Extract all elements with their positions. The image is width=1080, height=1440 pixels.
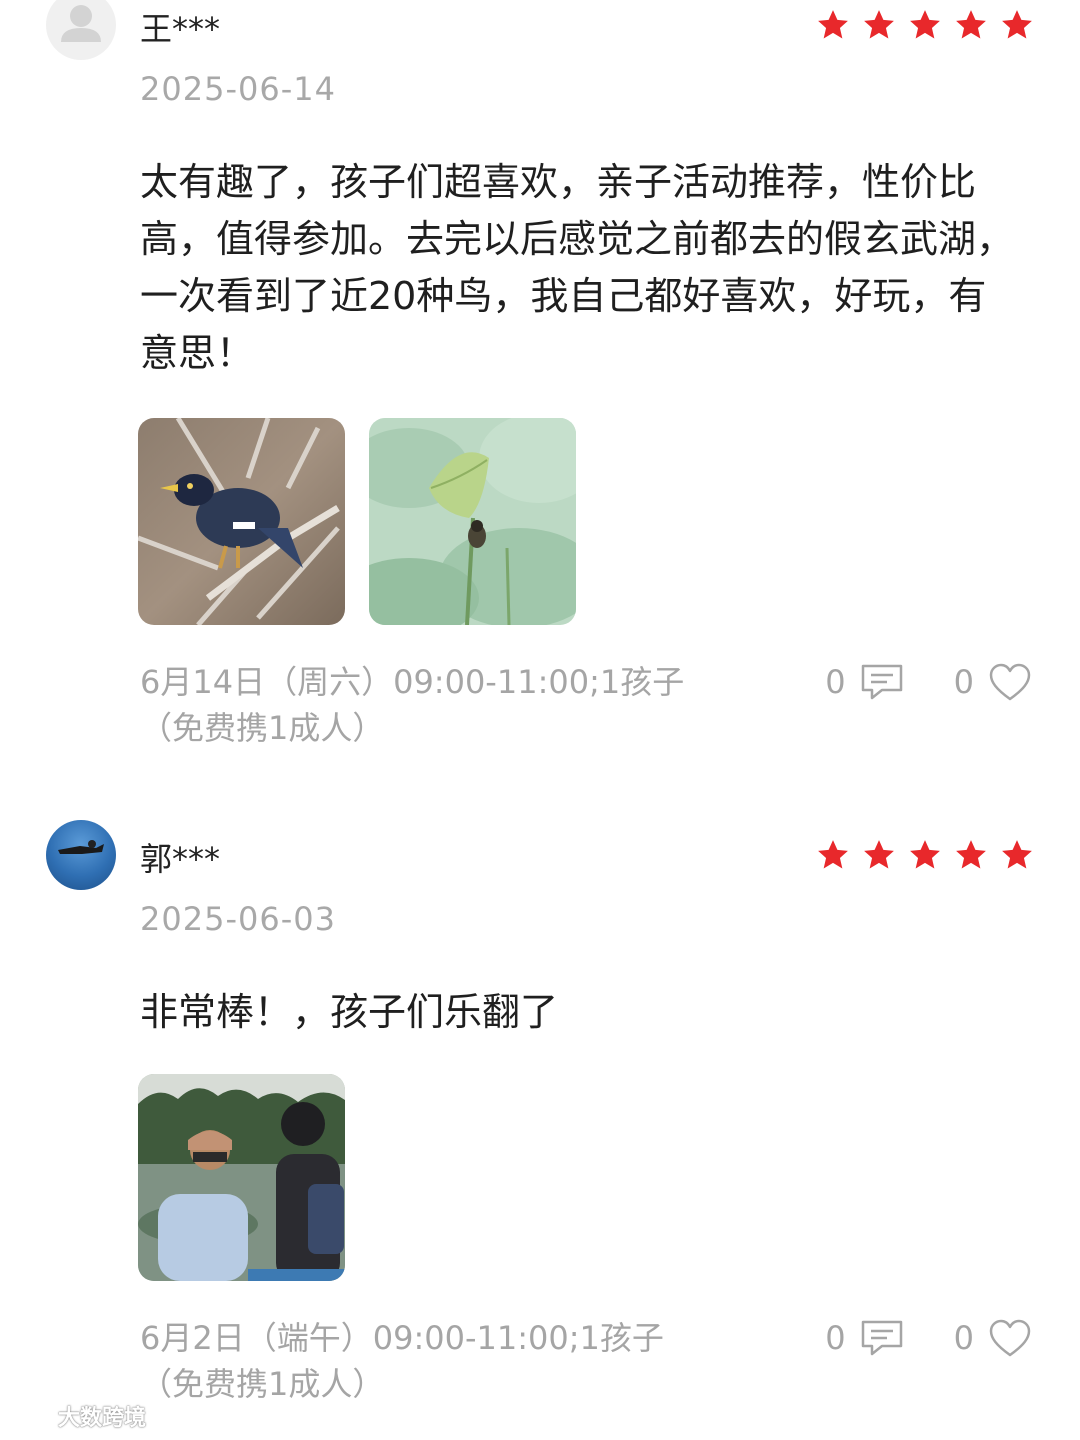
session-info: 6月2日（端午）09:00-11:00;1孩子（免费携1成人） xyxy=(140,1319,664,1403)
avatar[interactable] xyxy=(46,820,116,890)
star-icon xyxy=(818,840,848,869)
review-actions: 0 0 xyxy=(825,662,1032,702)
diver-avatar-image xyxy=(58,840,104,854)
star-icon xyxy=(1002,840,1032,869)
star-icon xyxy=(1002,10,1032,39)
session-info: 6月14日（周六）09:00-11:00;1孩子（免费携1成人） xyxy=(140,663,685,747)
bird-on-branch-photo[interactable] xyxy=(138,418,345,625)
review-photos xyxy=(138,418,576,625)
comment-count: 0 xyxy=(825,1319,846,1357)
star-icon xyxy=(910,10,940,39)
star-icon xyxy=(956,10,986,39)
star-icon xyxy=(956,840,986,869)
review-card: 郭*** 2025-06-03 非常棒！，孩子们乐翻了 6月2日（端午）09:0… xyxy=(0,820,1080,1420)
star-rating xyxy=(816,838,1034,872)
review-date: 2025-06-03 xyxy=(140,900,336,938)
review-text: 太有趣了，孩子们超喜欢，亲子活动推荐，性价比高，值得参加。去完以后感觉之前都去的… xyxy=(140,160,1015,375)
default-avatar-icon xyxy=(61,5,101,42)
star-icon xyxy=(864,10,894,39)
username: 王*** xyxy=(140,10,221,48)
star-icon xyxy=(910,840,940,869)
like-button[interactable]: 0 xyxy=(954,1318,1032,1358)
lotus-with-small-bird-photo[interactable] xyxy=(369,418,576,625)
comment-button[interactable]: 0 xyxy=(825,1319,903,1357)
star-rating xyxy=(816,8,1034,42)
review-text: 非常棒！，孩子们乐翻了 xyxy=(140,990,559,1034)
comment-icon xyxy=(861,1320,902,1356)
comment-count: 0 xyxy=(825,663,846,701)
avatar[interactable] xyxy=(46,0,116,60)
birdwatchers-by-lake-photo[interactable] xyxy=(138,1074,345,1281)
heart-icon xyxy=(989,1319,1031,1357)
review-date: 2025-06-14 xyxy=(140,70,336,108)
watermark-text: 大数跨境 xyxy=(58,1406,147,1431)
review-card: 王*** 2025-06-14 太有趣了，孩子们超喜欢，亲子活动推荐，性价比高，… xyxy=(0,0,1080,780)
like-count: 0 xyxy=(953,1319,974,1357)
star-icon xyxy=(818,10,848,39)
review-actions: 0 0 xyxy=(825,1318,1032,1358)
star-icon xyxy=(864,840,894,869)
username: 郭*** xyxy=(140,840,221,878)
review-photos xyxy=(138,1074,345,1281)
like-count: 0 xyxy=(953,663,974,701)
watermark-logo-icon xyxy=(12,1406,51,1426)
comment-button[interactable]: 0 xyxy=(825,663,903,701)
comment-icon xyxy=(861,664,902,700)
watermark: 大数跨境 xyxy=(12,1400,146,1432)
heart-icon xyxy=(989,663,1031,701)
like-button[interactable]: 0 xyxy=(954,662,1032,702)
